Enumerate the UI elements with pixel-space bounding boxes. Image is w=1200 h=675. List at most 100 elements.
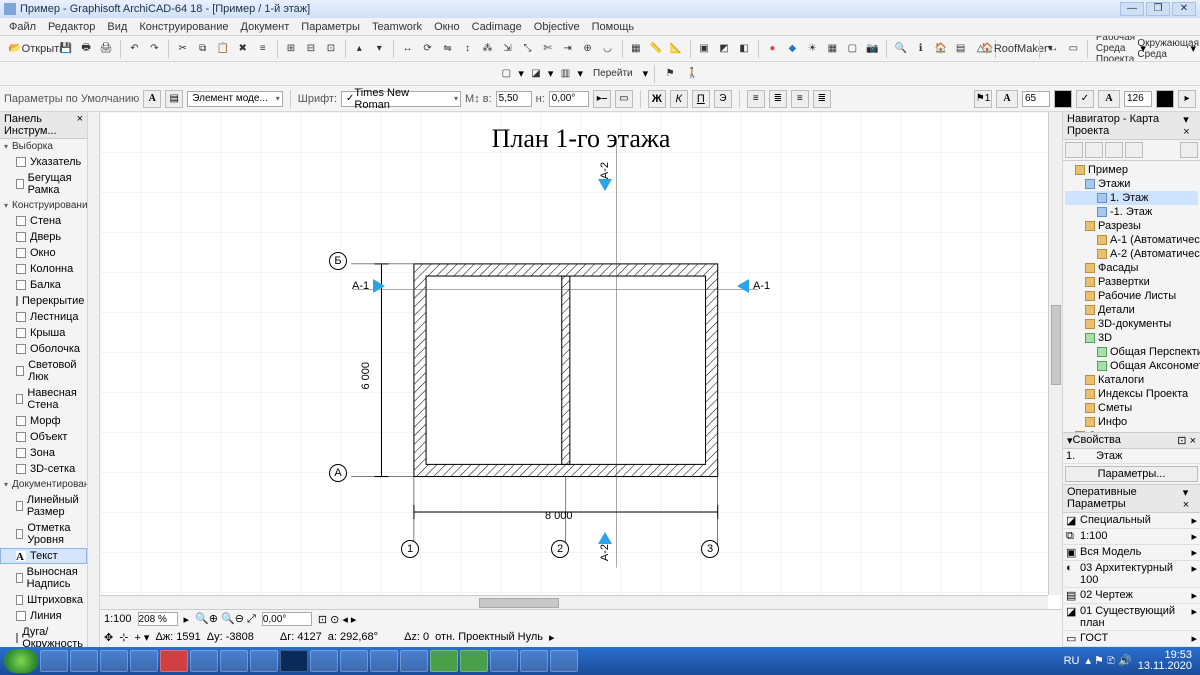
taskbar-item[interactable]	[190, 650, 218, 672]
gost-combo[interactable]: ГОСТ	[1077, 631, 1188, 646]
mirror-icon[interactable]: ⇋	[439, 40, 457, 58]
menu-file[interactable]: Файл	[4, 21, 41, 33]
group-document[interactable]: Документирование	[0, 477, 87, 492]
status-caret[interactable]: ▸	[549, 631, 555, 644]
quick-close-icon[interactable]: ▾ ×	[1183, 486, 1196, 511]
view3d-icon[interactable]: ◪	[527, 65, 545, 83]
view2d-icon[interactable]: ▢	[497, 65, 515, 83]
pen-flag-icon[interactable]: ⚑1	[974, 90, 992, 108]
tool-slab[interactable]: Перекрытие	[0, 293, 87, 309]
status-scale[interactable]: 1:100	[104, 613, 132, 625]
roofmaker-button[interactable]: 🏠 RoofMaker ▾	[1000, 40, 1034, 58]
vertical-scrollbar[interactable]	[1048, 112, 1062, 595]
menu-objective[interactable]: Objective	[529, 21, 585, 33]
menu-view[interactable]: Вид	[102, 21, 132, 33]
drawing-canvas[interactable]: План 1-го этажа A-1 A-1 A-2 A-2 А Б 1 2 …	[100, 112, 1062, 647]
italic-button[interactable]: К	[670, 90, 688, 108]
tool-dimension[interactable]: Линейный Размер	[0, 492, 87, 520]
horizontal-scrollbar[interactable]	[100, 595, 1048, 609]
taskbar-item[interactable]	[130, 650, 158, 672]
tool-marquee[interactable]: Бегущая Рамка	[0, 170, 87, 198]
rotate-icon[interactable]: ⟳	[419, 40, 437, 58]
pen-A2-icon[interactable]: A	[1098, 90, 1120, 108]
menu-teamwork[interactable]: Teamwork	[367, 21, 427, 33]
profile-icon[interactable]: ↔	[1044, 40, 1062, 58]
taskbar-item[interactable]	[490, 650, 518, 672]
surround-env-button[interactable]: Окружающая Среда	[1148, 40, 1189, 58]
print-icon[interactable]: 🖶	[77, 40, 95, 58]
menu-help[interactable]: Помощь	[587, 21, 640, 33]
tool-zone[interactable]: Зона	[0, 445, 87, 461]
close-button[interactable]: ✕	[1172, 2, 1196, 16]
start-button[interactable]	[4, 649, 38, 673]
save-icon[interactable]: 💾	[57, 40, 75, 58]
explore-icon[interactable]: ◆	[783, 40, 801, 58]
group-construct[interactable]: Конструирование	[0, 198, 87, 213]
redo-icon[interactable]: ↷	[145, 40, 163, 58]
bold-button[interactable]: Ж	[648, 90, 666, 108]
tool-column[interactable]: Колонна	[0, 261, 87, 277]
minimize-button[interactable]: —	[1120, 2, 1144, 16]
caret-up-icon[interactable]: ▴	[350, 40, 368, 58]
section-icon[interactable]: ◩	[715, 40, 733, 58]
nav-tab-layout[interactable]	[1105, 142, 1123, 158]
ruler-icon[interactable]: 📏	[647, 40, 665, 58]
font-family-dropdown[interactable]: ✓ Times New Roman	[341, 91, 461, 107]
move-icon[interactable]: ↔	[399, 40, 417, 58]
taskbar-item[interactable]	[280, 650, 308, 672]
stretch-icon[interactable]: ⇲	[499, 40, 517, 58]
taskbar-item[interactable]	[460, 650, 488, 672]
preview-icon[interactable]: ▢	[843, 40, 861, 58]
tool-skylight[interactable]: Световой Люк	[0, 357, 87, 385]
palette-splitter[interactable]	[88, 112, 100, 647]
pen2-input[interactable]	[1124, 91, 1152, 107]
plus-icon[interactable]: + ▾	[134, 631, 149, 644]
multiply-icon[interactable]: ⁂	[479, 40, 497, 58]
align-icon[interactable]: ≡	[254, 40, 272, 58]
menu-options[interactable]: Параметры	[296, 21, 365, 33]
penset-combo[interactable]: 03 Архитектурный 100	[1077, 561, 1188, 587]
goto-button[interactable]: Перейти	[586, 65, 640, 83]
open-button[interactable]: 📂 Открыть ▾	[24, 40, 55, 58]
model-combo[interactable]: Вся Модель	[1077, 545, 1188, 560]
text-tool-icon[interactable]: A	[143, 90, 161, 108]
layer-combo[interactable]: Специальный	[1077, 513, 1188, 528]
element-mode-dropdown[interactable]: Элемент моде...	[187, 91, 283, 107]
snap-icons[interactable]: ⊡ ⊙ ◂ ▸	[318, 613, 357, 626]
taskbar-item[interactable]	[310, 650, 338, 672]
nav-tab-extra[interactable]	[1180, 142, 1198, 158]
fillet-icon[interactable]: ◡	[599, 40, 617, 58]
adjust-icon[interactable]: ⇥	[559, 40, 577, 58]
tool-roof[interactable]: Крыша	[0, 325, 87, 341]
plotter-icon[interactable]: 🖨	[97, 40, 115, 58]
drawing-combo[interactable]: 02 Чертеж	[1077, 588, 1188, 603]
status-angle[interactable]	[262, 612, 312, 626]
project-env-button[interactable]: Рабочая Среда Проекта	[1093, 40, 1139, 58]
origin-icon[interactable]: ⊹	[119, 631, 128, 644]
taskbar-item[interactable]	[520, 650, 548, 672]
params-button[interactable]: Параметры...	[1065, 466, 1198, 482]
distribute3-icon[interactable]: ⊡	[322, 40, 340, 58]
intersect-icon[interactable]: ⊕	[579, 40, 597, 58]
status-zoom[interactable]	[138, 612, 178, 626]
menu-cadimage[interactable]: Cadimage	[467, 21, 527, 33]
tool-fill[interactable]: Штриховка	[0, 592, 87, 608]
tool-window[interactable]: Окно	[0, 245, 87, 261]
coord-mode-icon[interactable]: ✥	[104, 631, 113, 644]
caret-down-icon[interactable]: ▾	[370, 40, 388, 58]
tray-lang[interactable]: RU	[1064, 655, 1080, 667]
scale-combo[interactable]: 1:100	[1077, 529, 1188, 544]
tool-level[interactable]: Отметка Уровня	[0, 520, 87, 548]
orbit-icon[interactable]: ●	[763, 40, 781, 58]
anchor-icon[interactable]: ▸⎯	[593, 90, 611, 108]
tool-curtainwall[interactable]: Навесная Стена	[0, 385, 87, 413]
align-center-button[interactable]: ≣	[769, 90, 787, 108]
nav-tab-project[interactable]	[1065, 142, 1083, 158]
taskbar-item[interactable]	[220, 650, 248, 672]
flag-icon[interactable]: ⚑	[661, 65, 679, 83]
element-info-icon[interactable]: ℹ	[912, 40, 930, 58]
3d-window-icon[interactable]: ▣	[695, 40, 713, 58]
palette-close-icon[interactable]: ×	[77, 113, 83, 137]
text-angle-input[interactable]	[549, 91, 589, 107]
font-size-input[interactable]	[496, 91, 532, 107]
